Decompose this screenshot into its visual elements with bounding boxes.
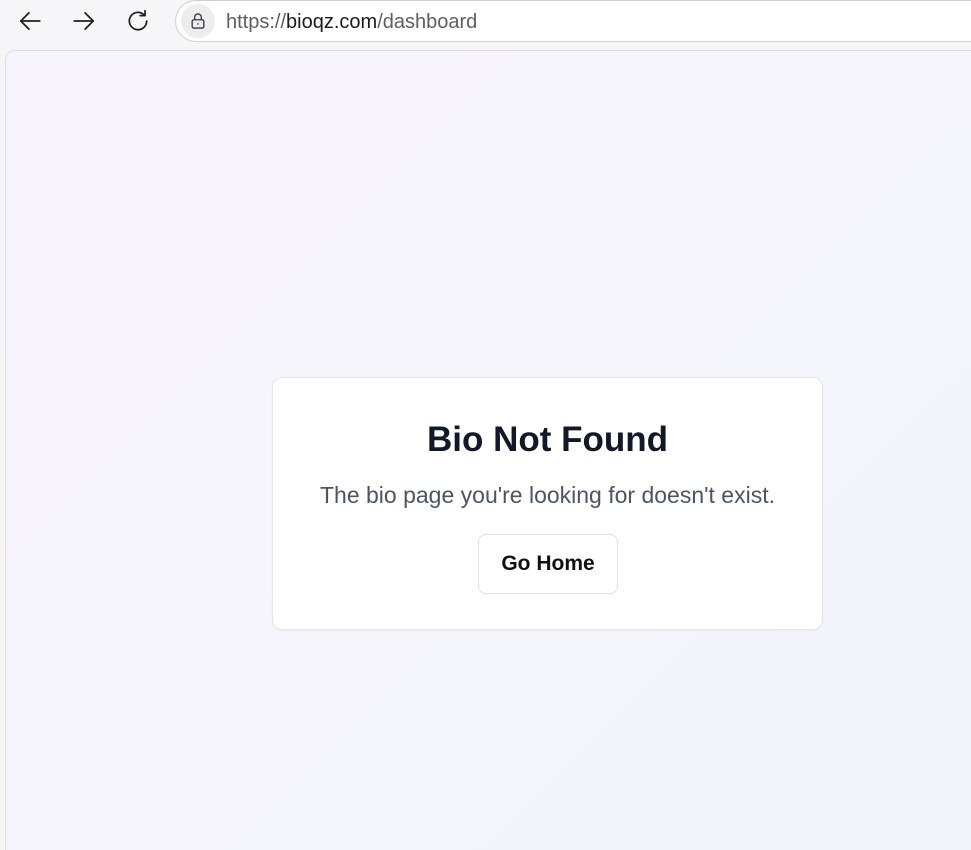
lock-icon xyxy=(191,13,205,29)
url-path: /dashboard xyxy=(377,11,478,33)
forward-button[interactable] xyxy=(65,2,103,40)
url-scheme: https:// xyxy=(226,11,287,33)
page-title: Bio Not Found xyxy=(426,420,669,459)
url-text[interactable]: https://bioqz.com/dashboard xyxy=(226,11,477,33)
reload-button[interactable] xyxy=(119,2,157,40)
reload-icon xyxy=(128,9,148,31)
page-viewport: Bio Not Found The bio page you're lookin… xyxy=(5,50,971,850)
url-host: bioqz.com xyxy=(286,11,378,33)
arrow-right-icon xyxy=(73,12,95,30)
not-found-message: The bio page you're looking for doesn't … xyxy=(319,482,775,508)
go-home-button[interactable]: Go Home xyxy=(478,534,618,594)
not-found-card: Bio Not Found The bio page you're lookin… xyxy=(272,377,823,630)
browser-toolbar: https://bioqz.com/dashboard xyxy=(0,0,971,44)
site-info-button[interactable] xyxy=(181,4,215,38)
address-bar[interactable]: https://bioqz.com/dashboard xyxy=(175,0,971,42)
back-button[interactable] xyxy=(11,2,49,40)
arrow-left-icon xyxy=(19,12,41,30)
